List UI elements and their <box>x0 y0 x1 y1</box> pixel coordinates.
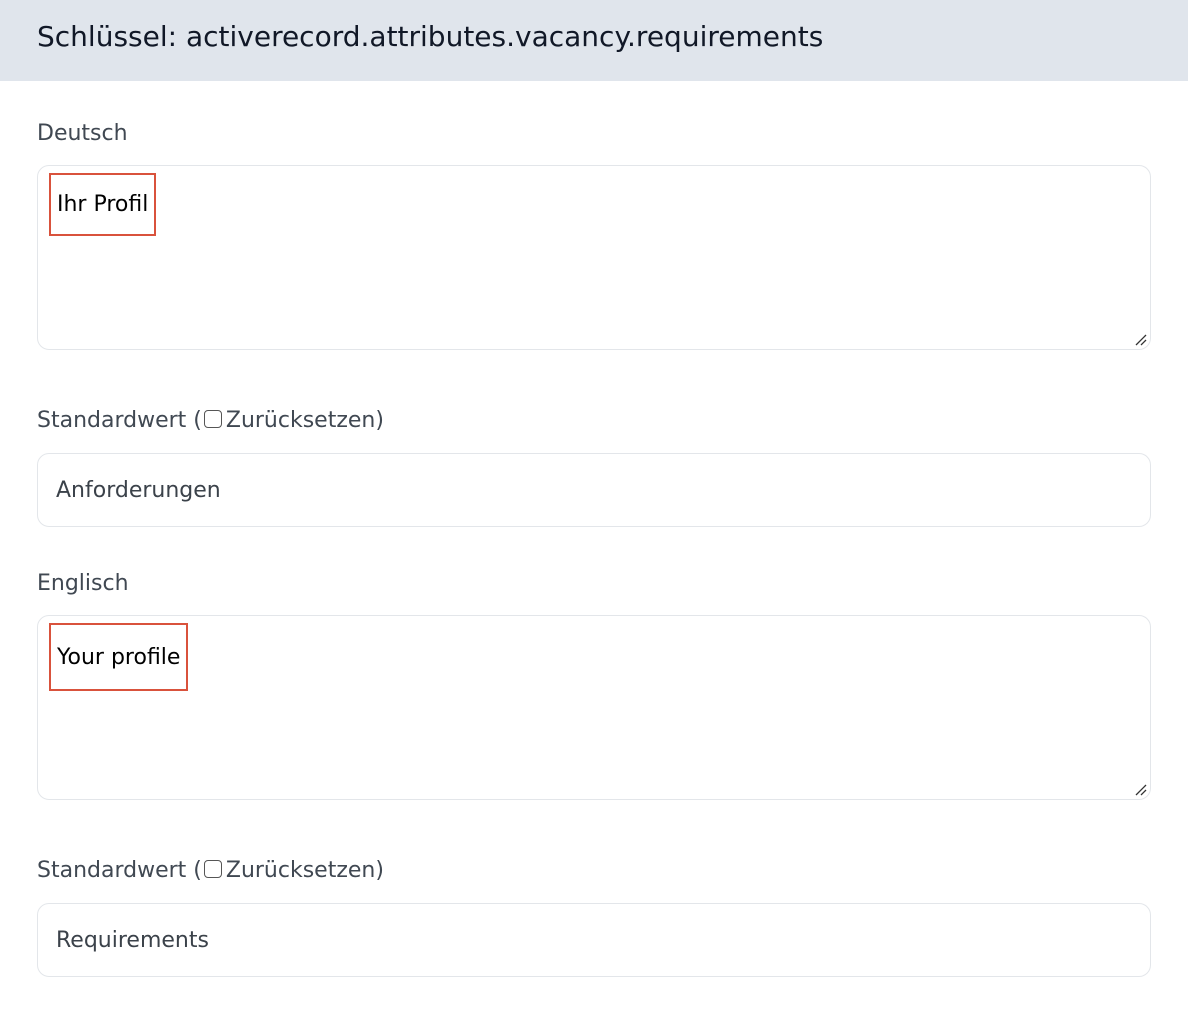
default-value-deutsch: Anforderungen <box>37 453 1151 527</box>
label-deutsch: Deutsch <box>37 121 128 146</box>
textarea-deutsch[interactable]: Ihr Profil <box>37 165 1151 350</box>
page-header: Schlüssel: activerecord.attributes.vacan… <box>0 0 1188 81</box>
reset-checkbox-deutsch[interactable] <box>203 410 222 428</box>
default-value-text: Anforderungen <box>56 477 221 503</box>
textarea-englisch-value: Your profile <box>49 623 189 691</box>
reset-label[interactable]: Zurücksetzen) <box>226 408 384 433</box>
default-label-text: Standardwert ( <box>37 858 202 883</box>
reset-checkbox-englisch[interactable] <box>203 860 222 878</box>
resize-handle-icon[interactable] <box>1133 782 1147 796</box>
textarea-englisch[interactable]: Your profile <box>37 615 1151 800</box>
default-label-text: Standardwert ( <box>37 408 202 433</box>
default-value-englisch: Requirements <box>37 903 1151 977</box>
textarea-deutsch-value: Ihr Profil <box>49 173 157 236</box>
page-title: Schlüssel: activerecord.attributes.vacan… <box>37 20 824 53</box>
resize-handle-icon[interactable] <box>1133 332 1147 346</box>
label-englisch: Englisch <box>37 571 129 596</box>
default-value-text: Requirements <box>56 927 209 953</box>
default-label-deutsch: Standardwert ( Zurücksetzen) <box>37 408 384 433</box>
reset-label[interactable]: Zurücksetzen) <box>226 858 384 883</box>
default-label-englisch: Standardwert ( Zurücksetzen) <box>37 858 384 883</box>
